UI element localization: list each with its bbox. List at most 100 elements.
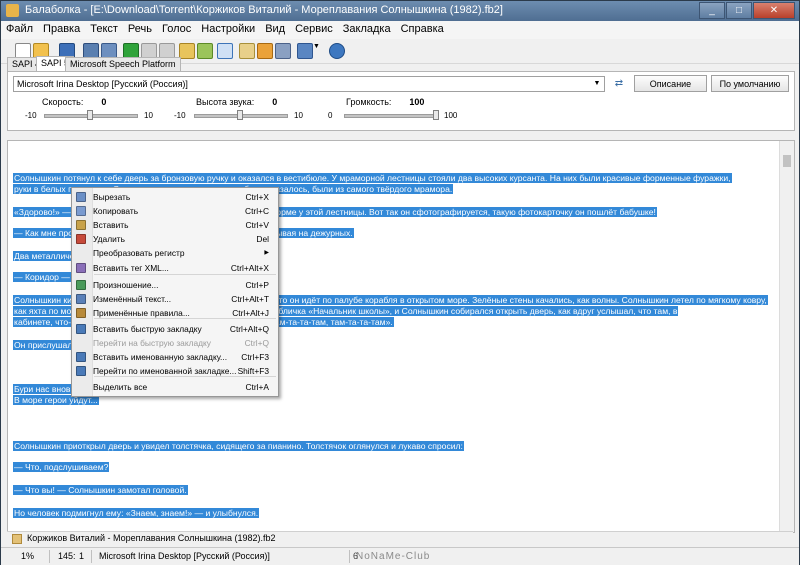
- app-window: Балаболка - [E:\Download\Torrent\Коржико…: [0, 0, 800, 565]
- default-button[interactable]: По умолчанию: [711, 75, 789, 92]
- watermark: NoNaMe-Club: [356, 551, 431, 562]
- context-menu-item-label: Вырезать: [93, 192, 131, 202]
- title-bar[interactable]: Балаболка - [E:\Download\Torrent\Коржико…: [1, 1, 799, 21]
- document-line-text: — Что вы! — Солнышкин замотал головой.: [13, 485, 188, 495]
- voice-select[interactable]: Microsoft Irina Desktop [Русский (Россия…: [13, 76, 605, 92]
- chevron-down-icon[interactable]: ▼: [313, 43, 321, 59]
- menu-speech[interactable]: Речь: [123, 21, 157, 37]
- context-menu-item-shortcut: Ctrl+Alt+T: [231, 294, 269, 304]
- context-menu-item[interactable]: Перейти на быструю закладку Ctrl+Q: [72, 336, 278, 350]
- context-menu-item[interactable]: Изменённый текст... Ctrl+Alt+T: [72, 292, 278, 306]
- options-icon[interactable]: [275, 43, 291, 59]
- menu-text[interactable]: Текст: [85, 21, 123, 37]
- bookmark-add-icon: [76, 324, 86, 334]
- chevron-right-icon: ▶: [264, 250, 269, 256]
- close-button[interactable]: ✕: [753, 2, 795, 19]
- document-line[interactable]: Но человек подмигнул ему: «Знаем, знаем!…: [13, 508, 260, 519]
- menu-tools[interactable]: Сервис: [290, 21, 338, 37]
- menu-view[interactable]: Вид: [260, 21, 290, 37]
- status-extra: 6: [353, 551, 359, 561]
- menu-edit[interactable]: Правка: [38, 21, 85, 37]
- rate-slider-thumb[interactable]: [87, 110, 93, 120]
- status-position: 145:: [58, 551, 76, 561]
- context-menu-separator: [94, 274, 276, 275]
- settings-icon[interactable]: [297, 43, 313, 59]
- context-menu-item[interactable]: Выделить все Ctrl+A: [72, 380, 278, 394]
- text-view-icon[interactable]: [217, 43, 233, 59]
- pitch-slider-thumb[interactable]: [237, 110, 243, 120]
- pitch-value: 0: [272, 97, 278, 107]
- document-line[interactable]: Солнышкин приоткрыл дверь и увидел толст…: [13, 441, 464, 452]
- dictionary-icon[interactable]: [257, 43, 273, 59]
- document-tab[interactable]: Коржиков Виталий - Мореплавания Солнышки…: [27, 533, 275, 543]
- rules-icon: [76, 308, 86, 318]
- context-menu-item-label: Перейти на быструю закладку: [93, 338, 211, 348]
- menu-settings[interactable]: Настройки: [196, 21, 260, 37]
- document-line-text: Но человек подмигнул ему: «Знаем, знаем!…: [13, 508, 260, 518]
- context-menu-item[interactable]: Вырезать Ctrl+X: [72, 190, 278, 204]
- description-button[interactable]: Описание: [634, 75, 707, 92]
- cut-icon: [76, 192, 86, 202]
- context-menu-item[interactable]: Вставить быструю закладку Ctrl+Alt+Q: [72, 322, 278, 336]
- menu-voice[interactable]: Голос: [157, 21, 196, 37]
- context-menu-item-label: Вставить: [93, 220, 129, 230]
- clipboard-icon[interactable]: [179, 43, 195, 59]
- document-tab-bar: Коржиков Виталий - Мореплавания Солнышки…: [7, 531, 793, 547]
- document-line-text: Солнышкин приоткрыл дверь и увидел толст…: [13, 441, 464, 451]
- context-menu-separator: [94, 376, 276, 377]
- copy-icon: [76, 206, 86, 216]
- context-menu-separator: [94, 318, 276, 319]
- volume-slider-track[interactable]: [344, 114, 438, 118]
- rate-max: 10: [144, 111, 153, 120]
- document-line-text: Солнышкин потянул к себе дверь за бронзо…: [13, 173, 732, 183]
- voice-panel: Microsoft Irina Desktop [Русский (Россия…: [7, 71, 795, 131]
- context-menu-item[interactable]: Вставить тег XML... Ctrl+Alt+X: [72, 261, 278, 275]
- format-icon[interactable]: [239, 43, 255, 59]
- menu-help[interactable]: Справка: [396, 21, 449, 37]
- volume-label: Громкость: 100: [346, 97, 425, 107]
- context-menu-item-label: Выделить все: [93, 382, 148, 392]
- maximize-button[interactable]: □: [726, 2, 752, 19]
- status-percent: 1%: [21, 551, 35, 561]
- context-menu-item-shortcut: Ctrl+Q: [244, 338, 269, 348]
- context-menu: Вырезать Ctrl+X Копировать Ctrl+C Вставить Ct…: [71, 187, 279, 397]
- rate-label: Скорость: 0: [42, 97, 107, 107]
- tab-speech-platform[interactable]: Microsoft Speech Platform: [65, 57, 181, 71]
- vertical-scrollbar[interactable]: [779, 141, 794, 532]
- minimize-button[interactable]: _: [699, 2, 725, 19]
- swap-voice-icon[interactable]: ⇄: [612, 77, 626, 91]
- context-menu-item-shortcut: Ctrl+V: [245, 220, 269, 230]
- document-line[interactable]: — Что вы! — Солнышкин замотал головой.: [13, 485, 188, 496]
- bookmark-goto-icon: [76, 366, 86, 376]
- document-line[interactable]: Солнышкин потянул к себе дверь за бронзо…: [13, 173, 732, 184]
- context-menu-item-shortcut: Ctrl+P: [245, 280, 269, 290]
- chevron-down-icon[interactable]: ▼: [591, 78, 603, 90]
- context-menu-item-label: Вставить именованную закладку...: [93, 352, 228, 362]
- context-menu-item-shortcut: Ctrl+A: [245, 382, 269, 392]
- pronunciation-icon: [76, 280, 86, 290]
- context-menu-item[interactable]: Вставить Ctrl+V: [72, 218, 278, 232]
- context-menu-item-shortcut: Ctrl+Alt+X: [230, 263, 269, 273]
- status-column: 1: [79, 551, 85, 561]
- read-clipboard-icon[interactable]: [197, 43, 213, 59]
- help-icon[interactable]: [329, 43, 345, 59]
- scrollbar-thumb[interactable]: [783, 155, 791, 167]
- context-menu-item[interactable]: Удалить Del: [72, 232, 278, 246]
- menu-file[interactable]: Файл: [1, 21, 38, 37]
- context-menu-item[interactable]: Произношение... Ctrl+P: [72, 278, 278, 292]
- document-line[interactable]: — Что, подслушиваем?: [13, 462, 110, 473]
- rate-min: -10: [25, 111, 37, 120]
- window-title: Балаболка - [E:\Download\Torrent\Коржико…: [25, 4, 503, 16]
- menu-bar: Файл Правка Текст Речь Голос Настройки Вид Серв…: [1, 21, 799, 40]
- context-menu-item[interactable]: Копировать Ctrl+C: [72, 204, 278, 218]
- pitch-min: -10: [174, 111, 186, 120]
- volume-slider-thumb[interactable]: [433, 110, 439, 120]
- document-line-text: — Что, подслушиваем?: [13, 462, 110, 472]
- volume-value: 100: [409, 97, 425, 107]
- context-menu-item[interactable]: Преобразовать регистр ▶: [72, 246, 278, 260]
- context-menu-item[interactable]: Вставить именованную закладку... Ctrl+F3: [72, 350, 278, 364]
- app-icon: [6, 4, 19, 17]
- changed-text-icon: [76, 294, 86, 304]
- paste-icon: [76, 220, 86, 230]
- menu-bookmark[interactable]: Закладка: [338, 21, 396, 37]
